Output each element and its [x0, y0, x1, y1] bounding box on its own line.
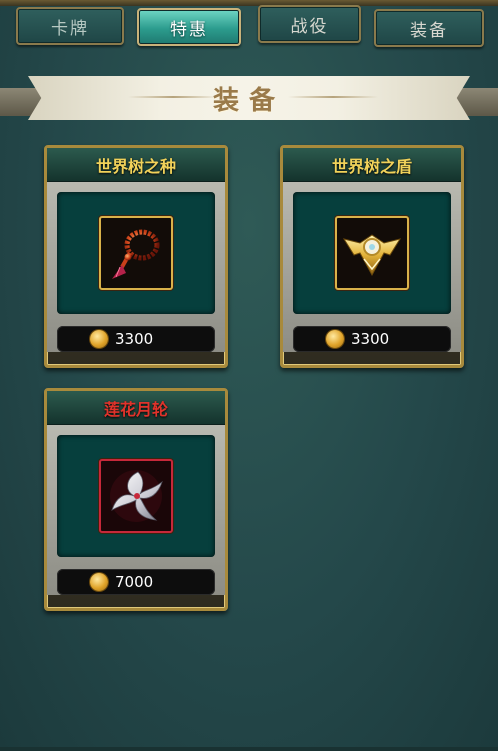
bottom-rim [0, 747, 498, 751]
item-card[interactable]: 世界树之种 3300 [44, 145, 228, 368]
section-banner: 装备 [0, 76, 498, 128]
price-bar: 7000 [57, 569, 215, 595]
item-price: 7000 [115, 573, 154, 591]
item-icon-panel [57, 435, 215, 557]
item-card-body: 3300 [283, 182, 461, 352]
gold-coin-icon [326, 330, 344, 348]
item-icon-panel [57, 192, 215, 314]
tab-equipment[interactable]: 装备 [374, 9, 484, 47]
price-bar: 3300 [57, 326, 215, 352]
gold-coin-icon [90, 330, 108, 348]
top-rim [0, 0, 498, 6]
item-price: 3300 [351, 330, 390, 348]
item-name: 莲花月轮 [47, 391, 225, 425]
item-card[interactable]: 世界树之盾 3300 [280, 145, 464, 368]
item-card-body: 7000 [47, 425, 225, 595]
item-card[interactable]: 莲花月轮 7000 [44, 388, 228, 611]
section-title: 装备 [212, 85, 285, 116]
item-price: 3300 [115, 330, 154, 348]
crescent-blade-wheel-icon[interactable] [99, 459, 173, 533]
item-icon-panel [293, 192, 451, 314]
item-name: 世界树之种 [47, 148, 225, 182]
tab-campaign[interactable]: 战役 [258, 5, 361, 43]
price-bar: 3300 [293, 326, 451, 352]
gold-coin-icon [90, 573, 108, 591]
item-card-body: 3300 [47, 182, 225, 352]
prayer-beads-icon[interactable] [99, 216, 173, 290]
tab-special-offer[interactable]: 特惠 [137, 8, 241, 46]
tab-bar: 卡牌 特惠 战役 装备 [0, 5, 498, 51]
golden-shield-emblem-icon[interactable] [335, 216, 409, 290]
tab-cards[interactable]: 卡牌 [16, 7, 124, 45]
item-name: 世界树之盾 [283, 148, 461, 182]
